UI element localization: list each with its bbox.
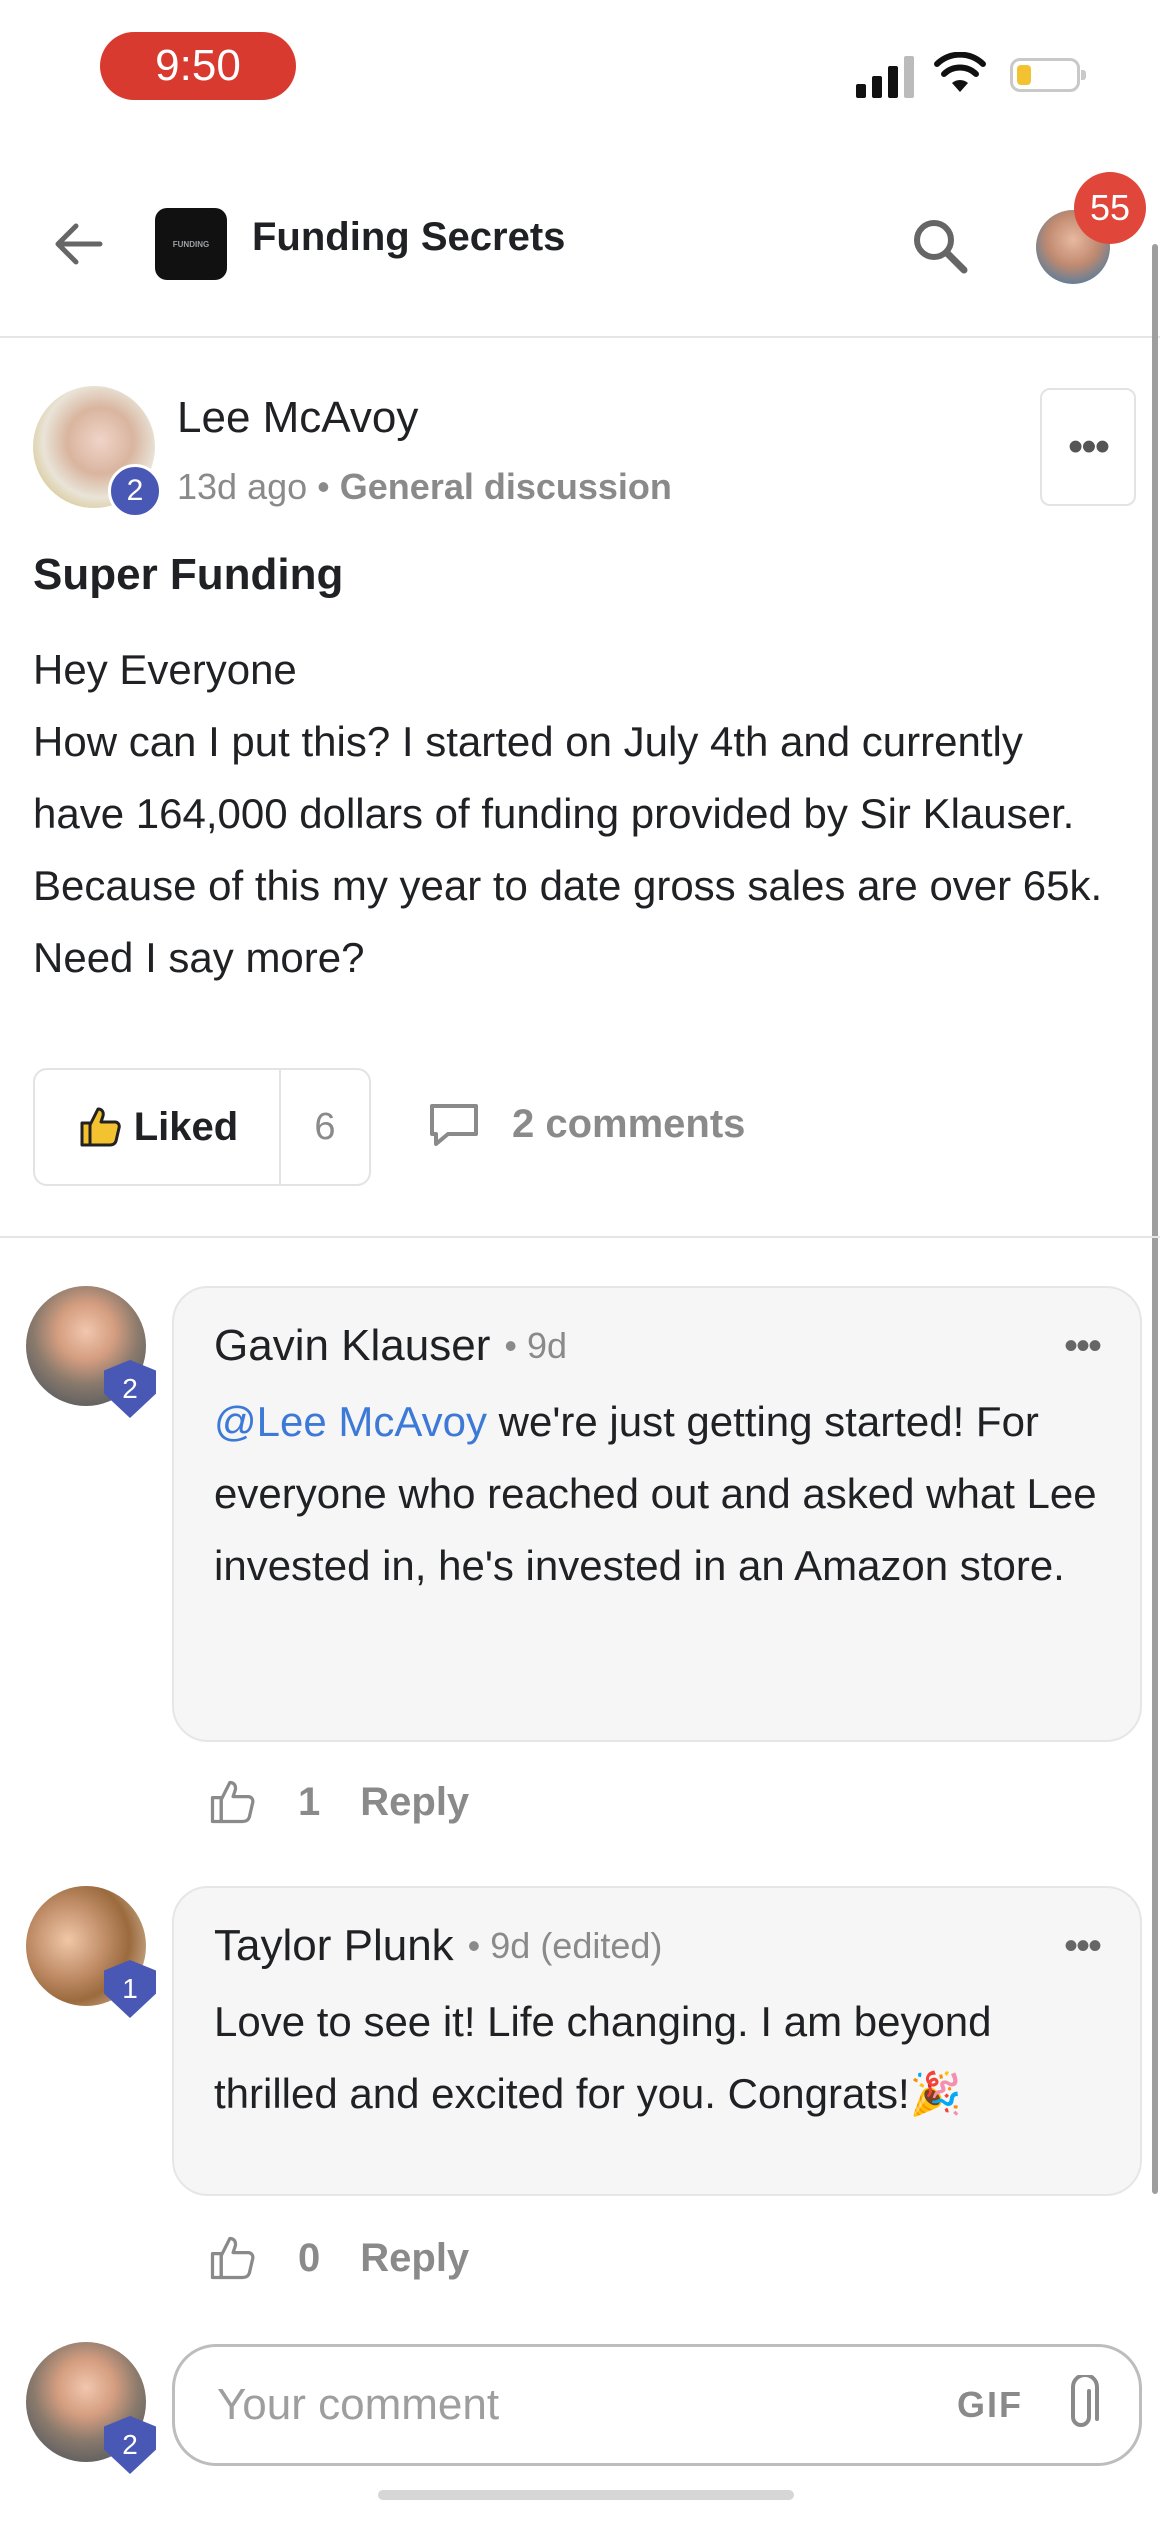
header-divider (0, 336, 1160, 338)
comment-time: • 9d (504, 1325, 568, 1366)
scrollbar[interactable] (1152, 244, 1158, 2194)
comment-composer: GIF (172, 2344, 1142, 2466)
comment-author[interactable]: Taylor Plunk (214, 1921, 454, 1971)
comment-bubble: Taylor Plunk • 9d (edited) ••• Love to s… (172, 1886, 1142, 2196)
thumbs-up-filled-icon (80, 1107, 121, 1147)
commenter-level-badge: 2 (104, 1360, 156, 1418)
commenter-level-badge: 1 (104, 1960, 156, 2018)
comments-link[interactable]: 2 comments (426, 1100, 745, 1148)
cellular-signal-icon (856, 54, 914, 98)
current-user-level-badge: 2 (104, 2416, 156, 2474)
post-more-button[interactable]: ••• (1040, 388, 1136, 506)
search-icon[interactable] (908, 214, 972, 278)
paperclip-icon[interactable] (1059, 2375, 1103, 2435)
group-name[interactable]: Funding Secrets (252, 215, 565, 260)
reply-button[interactable]: Reply (360, 1780, 469, 1825)
meta-separator: • (317, 466, 330, 507)
post-body-line: Hey Everyone (33, 646, 297, 693)
comment-icon (430, 1104, 478, 1146)
comment-like-count: 1 (298, 1779, 321, 1824)
home-indicator (378, 2490, 794, 2500)
wifi-icon (934, 52, 986, 92)
comment-text: @Lee McAvoy we're just getting started! … (214, 1386, 1100, 1602)
status-time: 9:50 (100, 32, 296, 100)
post-time: 13d ago (177, 466, 308, 507)
comment-more-button[interactable]: ••• (1064, 1924, 1102, 1969)
comments-count-label: 2 comments (512, 1101, 746, 1146)
notification-badge[interactable]: 55 (1074, 172, 1146, 244)
post-title: Super Funding (33, 550, 344, 599)
post-category[interactable]: General discussion (340, 466, 672, 507)
like-control: Liked 6 (33, 1068, 371, 1186)
like-count[interactable]: 6 (281, 1070, 369, 1184)
group-logo[interactable]: FUNDING (155, 208, 227, 280)
comment-actions: 0 Reply (206, 2232, 469, 2284)
post-body-line: How can I put this? I started on July 4t… (33, 718, 1103, 981)
post-meta: 13d ago • General discussion (177, 466, 672, 508)
comment-like-count: 0 (298, 2235, 321, 2280)
comment-input[interactable] (215, 2379, 957, 2431)
comment-actions: 1 Reply (206, 1776, 469, 1828)
like-button[interactable]: Liked (35, 1070, 281, 1184)
post-divider (0, 1236, 1160, 1238)
mention-link[interactable]: @Lee McAvoy (214, 1398, 487, 1445)
comment-time: • 9d (edited) (467, 1925, 663, 1966)
reply-button[interactable]: Reply (360, 2236, 469, 2281)
thumbs-up-icon[interactable] (206, 1776, 258, 1828)
comment-text: Love to see it! Life changing. I am beyo… (214, 1998, 992, 2117)
comment-header: Taylor Plunk • 9d (edited) ••• (214, 1920, 1102, 1972)
like-label: Liked (133, 1104, 239, 1149)
back-arrow-icon[interactable] (50, 216, 106, 272)
post-body: Hey Everyone How can I put this? I start… (33, 634, 1123, 994)
comment-header: Gavin Klauser • 9d ••• (214, 1320, 1102, 1372)
thumbs-up-icon[interactable] (206, 2232, 258, 2284)
post-author-name[interactable]: Lee McAvoy (177, 393, 418, 443)
gif-button[interactable]: GIF (957, 2384, 1023, 2426)
battery-icon (1010, 58, 1086, 92)
comment-author[interactable]: Gavin Klauser (214, 1321, 490, 1371)
author-level-badge: 2 (108, 464, 162, 518)
comment-bubble: Gavin Klauser • 9d ••• @Lee McAvoy we're… (172, 1286, 1142, 1742)
comment-more-button[interactable]: ••• (1064, 1324, 1102, 1369)
